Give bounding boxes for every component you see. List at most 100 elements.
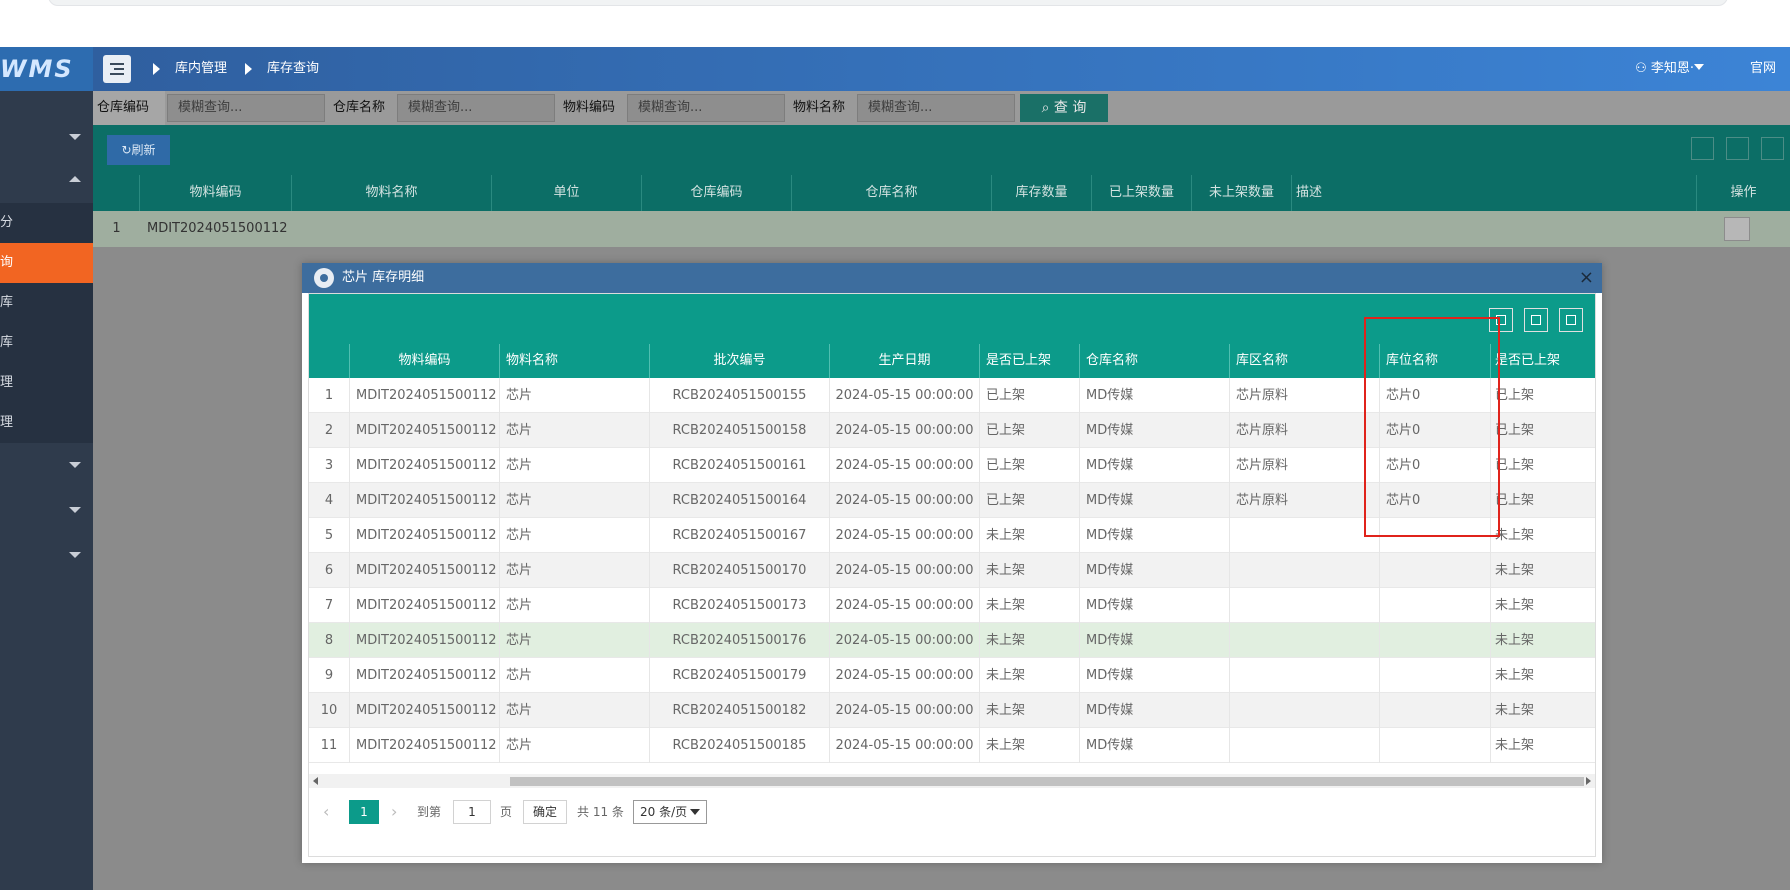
prev-page-icon[interactable]: ‹ (323, 800, 329, 824)
modal-title-bar[interactable]: 芯片 库存明细 × (302, 263, 1602, 293)
column-header[interactable]: 已上架数量 (1092, 175, 1192, 211)
shelved-status-cell: 未上架 (980, 588, 1080, 623)
column-header[interactable]: 物料名称 (292, 175, 492, 211)
column-header[interactable]: 仓库名称 (1080, 344, 1230, 378)
material-name-cell: 芯片 (500, 518, 650, 553)
table-row[interactable]: 6 MDIT2024051500112 芯片 RCB2024051500170 2024… (309, 553, 1595, 588)
column-header[interactable]: 是否已上架 (1491, 344, 1595, 378)
production-date-cell: 2024-05-15 00:00:00 (830, 448, 980, 483)
chevron-up-icon (69, 176, 81, 182)
export-icon[interactable] (1726, 137, 1749, 160)
sidebar-item-outbound[interactable]: 出库 (0, 323, 93, 363)
scroll-left-icon[interactable] (313, 777, 318, 785)
shelved-status-cell: 未上架 (1495, 668, 1535, 683)
chevron-down-icon (69, 552, 81, 558)
warehouse-name-cell: MD传媒 (1080, 588, 1230, 623)
material-code-cell: MDIT2024051500112 (350, 658, 500, 693)
location-name-cell (1380, 728, 1491, 763)
shelved-status-cell: 已上架 (1495, 493, 1535, 508)
scrollbar-thumb[interactable] (510, 777, 1584, 786)
zone-name-cell (1230, 693, 1380, 728)
zone-name-cell: 芯片原料 (1230, 483, 1380, 518)
sidebar-group-2[interactable] (0, 159, 93, 199)
next-page-icon[interactable]: › (391, 800, 397, 824)
production-date-cell: 2024-05-15 00:00:00 (830, 623, 980, 658)
column-header[interactable]: 物料名称 (500, 344, 650, 378)
row-index: 3 (309, 448, 350, 483)
material-name-cell: 芯片 (500, 483, 650, 518)
sidebar-item-inbound[interactable]: 入库 (0, 283, 93, 323)
print-icon[interactable] (1761, 137, 1784, 160)
table-row[interactable]: 9 MDIT2024051500112 芯片 RCB2024051500179 2024… (309, 658, 1595, 693)
column-header[interactable]: 描述 (1292, 175, 1697, 211)
material-name-cell: 芯片 (500, 588, 650, 623)
material-name-cell: 芯片 (500, 623, 650, 658)
sidebar-item-divide[interactable]: 划分 (0, 203, 93, 243)
breadcrumb-item[interactable]: 库内管理 (175, 47, 227, 91)
sidebar-group-5[interactable] (0, 535, 93, 575)
current-page[interactable]: 1 (349, 800, 379, 824)
column-header[interactable]: 仓库编码 (642, 175, 792, 211)
sidebar-item-manage-2[interactable]: 管理 (0, 403, 93, 443)
breadcrumb-item[interactable]: 库存查询 (267, 47, 319, 91)
export-icon[interactable] (1524, 308, 1548, 332)
column-header[interactable]: 单位 (492, 175, 642, 211)
batch-number-cell: RCB2024051500161 (650, 448, 830, 483)
refresh-button[interactable]: ↻刷新 (107, 135, 170, 165)
material-name-input[interactable]: 模糊查询... (857, 94, 1015, 122)
material-code-cell: MDIT2024051500112 (350, 623, 500, 658)
zone-name-cell (1230, 623, 1380, 658)
row-index: 11 (309, 728, 350, 763)
warehouse-name-cell: MD传媒 (1080, 448, 1230, 483)
print-icon[interactable] (1559, 308, 1583, 332)
column-header[interactable]: 是否已上架 (980, 344, 1080, 378)
zone-name-cell (1230, 728, 1380, 763)
scroll-right-icon[interactable] (1586, 777, 1591, 785)
sidebar-item-inventory-query[interactable]: 查询 (0, 243, 93, 283)
search-button[interactable]: ⌕ 查 询 (1020, 94, 1108, 122)
material-code-input[interactable]: 模糊查询... (627, 94, 785, 122)
sidebar-item-manage-1[interactable]: 管理 (0, 363, 93, 403)
table-row[interactable]: 7 MDIT2024051500112 芯片 RCB2024051500173 2024… (309, 588, 1595, 623)
column-header[interactable]: 物料编码 (350, 344, 500, 378)
close-icon[interactable]: × (1579, 263, 1594, 293)
table-row[interactable]: 11 MDIT2024051500112 芯片 RCB2024051500185 202… (309, 728, 1595, 763)
columns-icon[interactable] (1691, 137, 1714, 160)
column-header[interactable]: 库存数量 (992, 175, 1092, 211)
top-header: 库内管理 库存查询 ⚇ 李知恩· 官网 (93, 47, 1790, 91)
zone-name-cell (1230, 518, 1380, 553)
search-icon: ⌕ (1041, 100, 1054, 116)
material-code-cell: MDIT2024051500112 (350, 728, 500, 763)
column-header[interactable]: 库区名称 (1230, 344, 1380, 378)
location-name-cell (1380, 623, 1491, 658)
table-row[interactable]: 10 MDIT2024051500112 芯片 RCB2024051500182 202… (309, 693, 1595, 728)
batch-number-cell: RCB2024051500173 (650, 588, 830, 623)
table-row[interactable]: 1 MDIT2024051500112 (93, 211, 1790, 247)
detail-document-icon[interactable] (1724, 217, 1750, 241)
warehouse-name-cell: MD传媒 (1080, 623, 1230, 658)
browser-address-bar[interactable] (48, 0, 1728, 6)
sidebar-group-1[interactable] (0, 117, 93, 157)
confirm-page-button[interactable]: 确定 (523, 800, 567, 824)
row-index: 9 (309, 658, 350, 693)
zone-name-cell (1230, 553, 1380, 588)
horizontal-scrollbar[interactable] (309, 774, 1595, 788)
search-label: 物料名称 (793, 100, 846, 115)
column-header[interactable]: 批次编号 (650, 344, 830, 378)
material-code-cell: MDIT2024051500112 (350, 518, 500, 553)
column-header[interactable]: 物料编码 (140, 175, 292, 211)
warehouse-code-input[interactable]: 模糊查询... (167, 94, 325, 122)
column-header[interactable]: 未上架数量 (1192, 175, 1292, 211)
home-link[interactable]: 官网 (1750, 47, 1776, 91)
sidebar-group-4[interactable] (0, 490, 93, 530)
table-row[interactable]: 8 MDIT2024051500112 芯片 RCB2024051500176 2024… (309, 623, 1595, 658)
shelved-status-cell: 未上架 (1495, 703, 1535, 718)
column-header[interactable]: 生产日期 (830, 344, 980, 378)
sidebar-group-3[interactable] (0, 445, 93, 485)
goto-page-input[interactable]: 1 (453, 800, 491, 824)
column-header[interactable]: 仓库名称 (792, 175, 992, 211)
warehouse-name-input[interactable]: 模糊查询... (397, 94, 555, 122)
user-menu[interactable]: ⚇ 李知恩· (1635, 47, 1694, 91)
menu-toggle-button[interactable] (103, 55, 131, 83)
page-size-select[interactable]: 20 条/页 (633, 800, 707, 824)
